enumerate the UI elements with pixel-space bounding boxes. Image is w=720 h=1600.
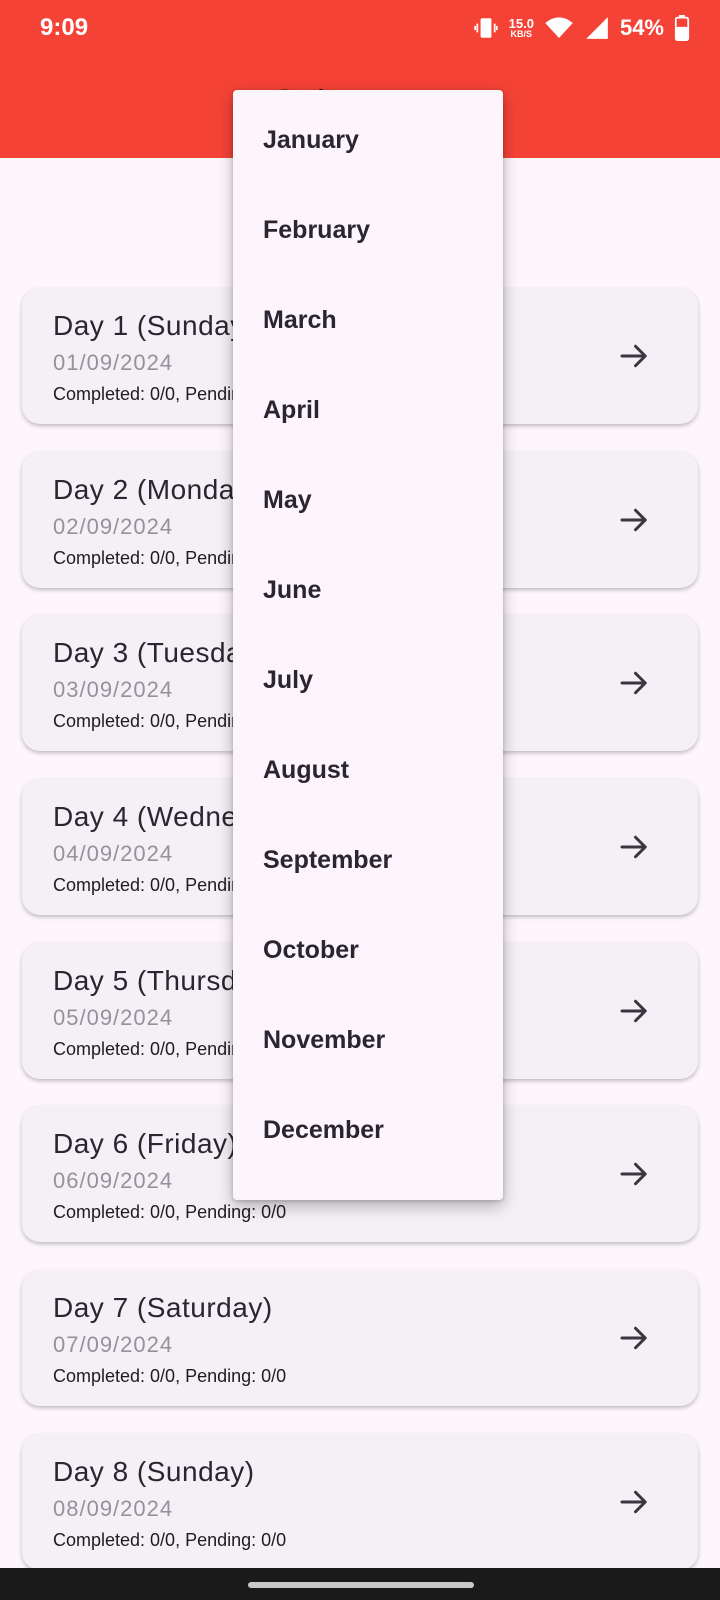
day-title: Day 7 (Saturday) [53,1292,273,1323]
arrow-forward-icon[interactable] [616,1320,652,1356]
menu-item-october[interactable]: October [233,916,503,1006]
menu-item-june[interactable]: June [233,556,503,646]
day-date: 06/09/2024 [53,1168,174,1193]
wifi-icon [545,17,573,38]
menu-item-january[interactable]: January [233,106,503,196]
day-date: 08/09/2024 [53,1496,174,1521]
menu-item-november[interactable]: November [233,1006,503,1096]
day-status: Completed: 0/0, Pending: 0/0 [53,1202,287,1222]
menu-item-march[interactable]: March [233,286,503,376]
network-speed: 15.0 KB/S [509,17,534,39]
day-title: Day 2 (Monday) [53,474,260,505]
menu-item-april[interactable]: April [233,376,503,466]
menu-item-may[interactable]: May [233,466,503,556]
network-speed-unit: KB/S [510,29,533,39]
arrow-forward-icon[interactable] [616,502,652,538]
arrow-forward-icon[interactable] [616,993,652,1029]
day-date: 04/09/2024 [53,841,174,866]
cellular-signal-icon [586,17,608,39]
menu-item-december[interactable]: December [233,1096,503,1186]
day-status: Completed: 0/0, Pending: 0/0 [53,1530,287,1550]
menu-item-august[interactable]: August [233,736,503,826]
menu-item-september[interactable]: September [233,826,503,916]
arrow-forward-icon[interactable] [616,1484,652,1520]
month-dropdown-menu: January February March April May June Ju… [233,90,503,1200]
day-date: 03/09/2024 [53,677,174,702]
battery-percent: 54% [619,15,664,40]
menu-item-february[interactable]: February [233,196,503,286]
day-title: Day 8 (Sunday) [53,1456,255,1487]
status-time: 9:09 [40,14,89,41]
battery-icon [674,15,690,41]
day-date: 02/09/2024 [53,514,174,539]
day-date: 07/09/2024 [53,1332,174,1357]
day-date: 01/09/2024 [53,350,174,375]
day-title: Day 1 (Sunday) [53,310,255,341]
day-status: Completed: 0/0, Pending: 0/0 [53,1366,287,1386]
day-card[interactable]: Day 7 (Saturday) 07/09/2024 Completed: 0… [22,1270,698,1406]
menu-item-july[interactable]: July [233,646,503,736]
day-card[interactable]: Day 8 (Sunday) 08/09/2024 Completed: 0/0… [22,1434,698,1568]
status-icons: 15.0 KB/S 54% [473,10,690,46]
arrow-forward-icon[interactable] [616,1156,652,1192]
arrow-forward-icon[interactable] [616,829,652,865]
system-nav-bar [0,1568,720,1600]
status-bar: 9:09 15.0 KB/S 54% [0,0,720,56]
gesture-handle[interactable] [248,1582,474,1588]
day-title: Day 6 (Friday) [53,1128,238,1159]
day-date: 05/09/2024 [53,1005,174,1030]
arrow-forward-icon[interactable] [616,665,652,701]
arrow-forward-icon[interactable] [616,338,652,374]
vibrate-icon [473,18,498,38]
